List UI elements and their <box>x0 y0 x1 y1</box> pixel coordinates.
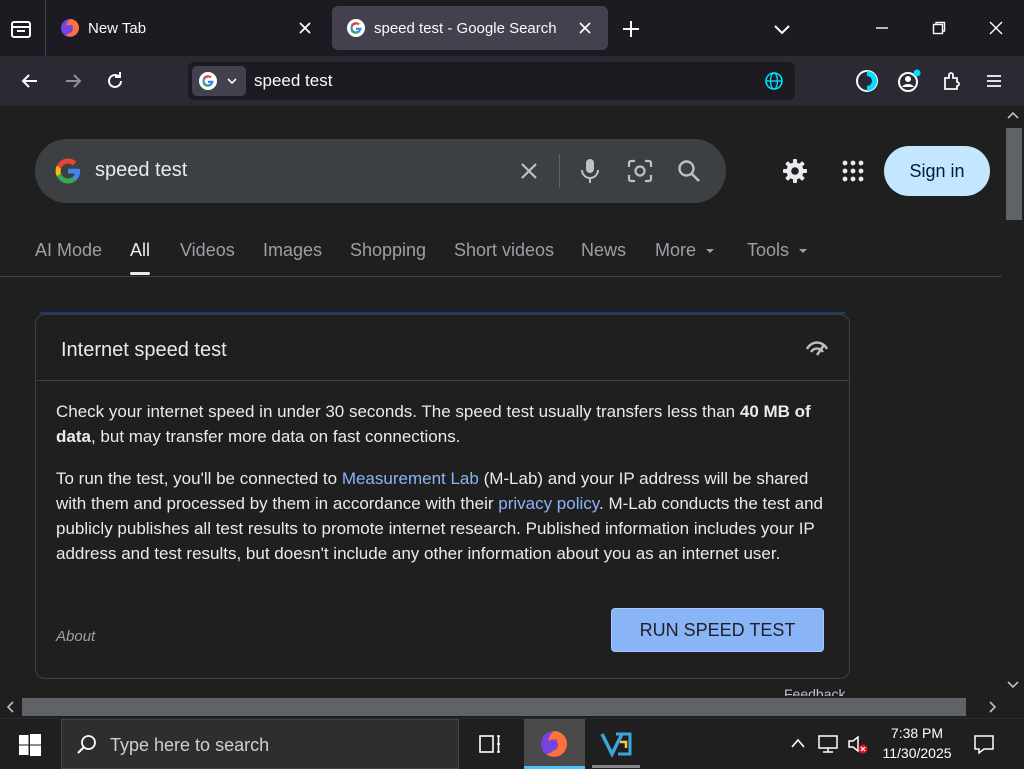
scroll-right-icon[interactable] <box>988 701 998 713</box>
google-apps-grid-icon[interactable] <box>840 158 866 184</box>
forward-button[interactable] <box>56 64 90 98</box>
tab-all[interactable]: All <box>130 240 150 261</box>
tab-more[interactable]: More <box>655 240 715 261</box>
restore-button[interactable] <box>910 0 967 56</box>
taskbar-search-placeholder: Type here to search <box>110 735 270 755</box>
back-button[interactable] <box>13 64 47 98</box>
tab-title: speed test - Google Search <box>374 19 557 37</box>
vscode-app-icon[interactable] <box>600 730 632 758</box>
windows-start-icon[interactable] <box>19 734 41 756</box>
tab-tools-label: Tools <box>747 240 790 260</box>
card-divider <box>36 380 849 381</box>
minimize-button[interactable] <box>853 0 910 56</box>
active-tab-indicator <box>130 272 150 275</box>
tab-shopping[interactable]: Shopping <box>350 240 426 261</box>
vertical-scrollbar[interactable] <box>1002 106 1024 696</box>
google-icon <box>346 18 366 38</box>
google-results-page: speed test Sign in AI Mode All Videos Im… <box>0 106 1002 696</box>
chevron-down-icon <box>226 75 238 87</box>
settings-gear-icon[interactable] <box>780 156 810 186</box>
tab-tools[interactable]: Tools <box>747 240 808 261</box>
about-link[interactable]: About <box>56 628 95 645</box>
card-title: Internet speed test <box>61 339 227 361</box>
tab-short-videos[interactable]: Short videos <box>454 240 554 261</box>
close-tab-icon[interactable] <box>574 17 596 39</box>
scroll-up-icon[interactable] <box>1007 110 1019 120</box>
microphone-icon[interactable] <box>578 157 602 185</box>
tabs-divider <box>0 276 1002 277</box>
account-icon[interactable] <box>892 64 926 98</box>
menu-icon[interactable] <box>977 64 1011 98</box>
windows-taskbar: Type here to search 7:38 PM 11/30/2025 <box>0 718 1024 769</box>
privacy-paragraph: To run the test, you'll be connected to … <box>56 466 831 566</box>
tab-title: New Tab <box>88 19 147 37</box>
clock-time: 7:38 PM <box>890 725 944 741</box>
reload-button[interactable] <box>98 64 132 98</box>
privacy-policy-link[interactable]: privacy policy <box>498 494 599 513</box>
tab-videos[interactable]: Videos <box>180 240 235 261</box>
translate-globe-icon[interactable] <box>764 71 784 91</box>
search-query[interactable]: speed test <box>95 159 187 182</box>
speed-gauge-icon <box>804 337 830 359</box>
url-bar[interactable]: speed test <box>188 62 795 100</box>
search-divider <box>559 154 560 188</box>
taskbar-firefox-button[interactable] <box>524 719 585 769</box>
caret-down-icon <box>798 246 808 256</box>
google-g-logo-icon <box>53 156 83 186</box>
lens-camera-icon[interactable] <box>626 158 654 184</box>
tab-overview-icon[interactable] <box>8 16 34 42</box>
search-icon[interactable] <box>676 158 702 184</box>
measurement-lab-link[interactable]: Measurement Lab <box>342 469 479 488</box>
close-tab-icon[interactable] <box>294 17 316 39</box>
tab-google-search[interactable]: speed test - Google Search <box>332 6 608 50</box>
vertical-scroll-thumb[interactable] <box>1006 128 1022 220</box>
new-tab-button[interactable] <box>618 16 644 42</box>
tab-more-label: More <box>655 240 697 260</box>
scroll-left-icon[interactable] <box>5 701 15 713</box>
caret-down-icon <box>705 246 715 256</box>
scroll-down-icon[interactable] <box>1007 680 1019 690</box>
tab-new-tab[interactable]: New Tab <box>46 6 328 50</box>
firefox-icon <box>60 18 80 38</box>
close-window-button[interactable] <box>967 0 1024 56</box>
notifications-icon[interactable] <box>972 732 996 756</box>
tab-images[interactable]: Images <box>263 240 322 261</box>
text-span: To run the test, you'll be connected to <box>56 469 342 488</box>
tab-strip: New Tab speed test - Google Search <box>0 0 1024 56</box>
tab-news[interactable]: News <box>581 240 626 261</box>
list-all-tabs-icon[interactable] <box>769 16 795 42</box>
description-paragraph: Check your internet speed in under 30 se… <box>56 399 831 449</box>
firefox-view-icon[interactable] <box>850 64 884 98</box>
clock-date: 11/30/2025 <box>882 745 952 761</box>
search-box[interactable]: speed test <box>35 139 726 203</box>
task-view-icon[interactable] <box>478 733 502 755</box>
taskbar-clock[interactable]: 7:38 PM 11/30/2025 <box>870 723 964 763</box>
speed-test-card: Internet speed test Check your internet … <box>35 314 850 679</box>
text-span: Check your internet speed in under 30 se… <box>56 402 740 421</box>
clear-icon[interactable] <box>517 159 541 183</box>
volume-muted-icon[interactable] <box>846 734 870 756</box>
sign-in-button[interactable]: Sign in <box>884 146 990 196</box>
network-icon[interactable] <box>817 734 839 754</box>
google-icon <box>198 71 218 91</box>
tab-ai-mode[interactable]: AI Mode <box>35 240 102 261</box>
show-hidden-icons-chevron-icon[interactable] <box>790 737 806 749</box>
horizontal-scroll-thumb[interactable] <box>22 698 966 716</box>
text-span: , but may transfer more data on fast con… <box>90 427 461 446</box>
url-text[interactable]: speed test <box>254 71 332 91</box>
firefox-icon <box>540 730 568 758</box>
horizontal-scrollbar[interactable] <box>0 696 1024 718</box>
feedback-link[interactable]: Feedback <box>784 686 845 696</box>
navigation-toolbar: speed test <box>0 56 1024 106</box>
search-icon <box>76 733 98 755</box>
extensions-icon[interactable] <box>935 64 969 98</box>
run-speed-test-button[interactable]: RUN SPEED TEST <box>611 608 824 652</box>
search-engine-selector[interactable] <box>192 66 246 96</box>
taskbar-search-box[interactable]: Type here to search <box>61 719 459 769</box>
